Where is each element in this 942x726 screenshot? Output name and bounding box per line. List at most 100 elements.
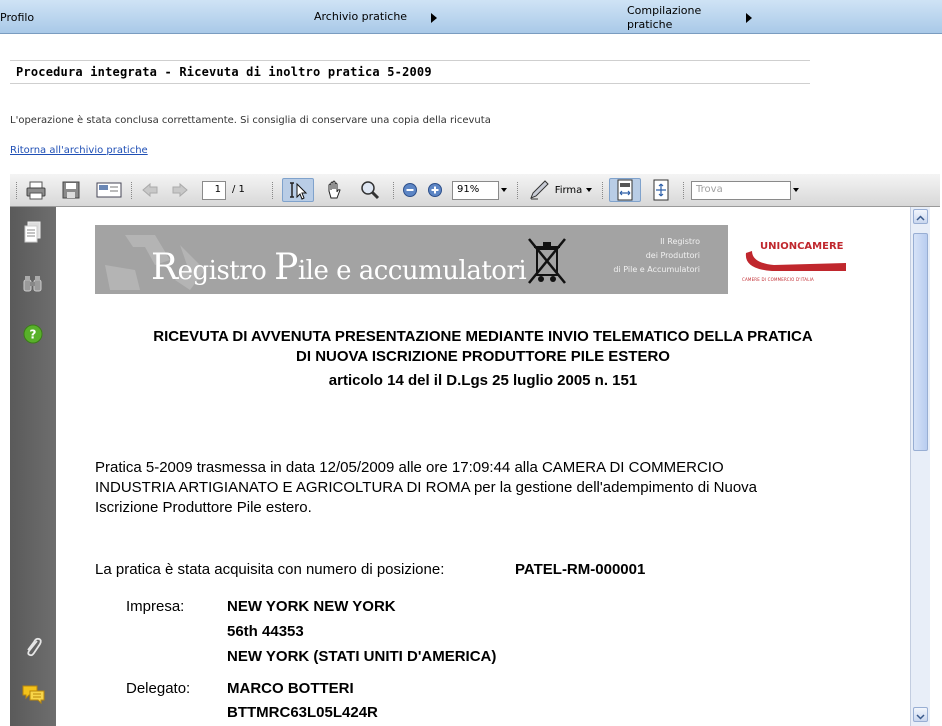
position-number-value: PATEL-RM-000001 [515, 561, 646, 578]
navigation-side-panel: ? [10, 207, 56, 726]
plus-circle-icon [428, 183, 442, 197]
chevron-down-icon [793, 188, 799, 192]
back-to-archive-link[interactable]: Ritorna all'archivio pratiche [10, 145, 148, 156]
toolbar-separator [131, 182, 132, 199]
receipt-paragraph-line1: Pratica 5-2009 trasmessa in data 12/05/2… [95, 459, 724, 476]
sign-button[interactable]: Firma [525, 178, 595, 202]
archive-submenu-arrow-icon[interactable] [431, 13, 437, 23]
delegate-name: MARCO BOTTERI [227, 680, 354, 697]
receipt-law-reference: articolo 14 del il D.Lgs 25 luglio 2005 … [328, 372, 638, 389]
pen-icon [529, 180, 549, 200]
company-label: Impresa: [126, 598, 185, 615]
zoom-level-input[interactable]: 91% [452, 181, 499, 200]
menu-item-profile[interactable]: Profilo [0, 11, 34, 24]
chevron-down-icon [501, 188, 507, 192]
banner-title: Registro Pile e accumulatori [151, 247, 527, 288]
fit-width-button[interactable] [609, 178, 641, 202]
magnifier-icon [361, 181, 380, 200]
binoculars-icon [23, 276, 42, 292]
comments-panel-button[interactable] [21, 683, 47, 709]
scroll-up-button[interactable] [913, 209, 928, 224]
fit-page-icon [653, 179, 669, 201]
fit-width-icon [617, 179, 633, 201]
page-number-input[interactable]: 1 [202, 181, 226, 200]
print-button[interactable] [23, 178, 49, 202]
menu-item-compile-line2[interactable]: pratiche [627, 18, 672, 31]
scroll-down-button[interactable] [913, 707, 928, 722]
banner-title-part-1: egistro [177, 256, 275, 286]
banner-title-initial-r: R [151, 247, 178, 288]
zoom-tool-button[interactable] [356, 178, 384, 202]
pages-icon [24, 221, 41, 243]
receipt-paragraph-line2: INDUSTRIA ARTIGIANATO E AGRICOLTURA DI R… [95, 479, 757, 496]
comment-bubbles-icon [22, 685, 45, 705]
top-menu-bar: Profilo Archivio pratiche Compilazione p… [0, 0, 942, 34]
unioncamere-logo: UNIONCAMERE CAMERE DI COMMERCIO D'ITALIA [742, 239, 852, 289]
search-panel-button[interactable] [22, 273, 44, 299]
chevron-down-icon [586, 188, 593, 192]
receipt-title-line2: DI NUOVA ISCRIZIONE PRODUTTORE PILE ESTE… [296, 348, 670, 365]
page-heading-box: Procedura integrata - Ricevuta di inoltr… [10, 60, 810, 84]
next-page-button[interactable] [168, 178, 192, 202]
hand-tool-button[interactable] [320, 178, 348, 202]
pages-panel-button[interactable] [22, 221, 44, 249]
toolbar-separator [517, 182, 518, 199]
company-city: NEW YORK (STATI UNITI D'AMERICA) [227, 648, 497, 665]
company-name: NEW YORK NEW YORK [227, 598, 396, 615]
banner-title-part-2: ile e accumulatori [297, 256, 527, 286]
zoom-in-button[interactable] [425, 178, 445, 202]
menu-item-archive[interactable]: Archivio pratiche [314, 10, 407, 23]
envelope-card-icon [96, 182, 122, 198]
help-question-icon: ? [23, 324, 43, 344]
page-total-label: / 1 [232, 184, 245, 195]
chevron-up-icon [916, 215, 925, 221]
toolbar-separator [272, 182, 273, 199]
text-cursor-arrow-icon [290, 182, 308, 200]
unioncamere-swoosh-icon [745, 251, 846, 271]
unioncamere-subtitle: CAMERE DI COMMERCIO D'ITALIA [742, 277, 814, 282]
pdf-toolbar: 1 / 1 91% Firma Trova [10, 174, 940, 207]
zoom-out-button[interactable] [400, 178, 420, 202]
scroll-thumb[interactable] [913, 233, 928, 451]
compile-submenu-arrow-icon[interactable] [746, 13, 752, 23]
banner-subtitle-line2: dei Produttori [645, 251, 700, 260]
arrow-left-icon [142, 182, 158, 198]
delegate-label: Delegato: [126, 680, 191, 697]
banner-title-initial-p: P [274, 247, 298, 288]
receipt-title-line1: RICEVUTA DI AVVENUTA PRESENTAZIONE MEDIA… [153, 328, 813, 345]
chevron-down-icon [916, 714, 925, 720]
vertical-scrollbar[interactable] [910, 207, 930, 726]
receipt-paragraph-line3: Iscrizione Produttore Pile estero. [95, 499, 312, 516]
success-notice: L'operazione è stata conclusa correttame… [10, 115, 491, 126]
delegate-tax-code: BTTMRC63L05L424R [227, 704, 378, 721]
toolbar-separator [683, 182, 684, 199]
save-button[interactable] [58, 178, 84, 202]
find-input[interactable]: Trova [691, 181, 791, 200]
printer-icon [26, 181, 46, 200]
floppy-disk-icon [62, 181, 80, 199]
paperclip-icon [27, 637, 42, 657]
minus-circle-icon [403, 183, 417, 197]
toolbar-grip [16, 182, 17, 199]
banner-subtitle-line1: Il Registro [660, 237, 700, 246]
email-button[interactable] [94, 178, 124, 202]
arrow-right-icon [172, 182, 188, 198]
select-text-tool-button[interactable] [282, 178, 314, 202]
registry-banner: Registro Pile e accumulatori Il Registro… [95, 225, 728, 294]
company-address: 56th 44353 [227, 623, 304, 640]
hand-icon [328, 180, 341, 199]
page-title: Procedura integrata - Ricevuta di inoltr… [16, 65, 432, 79]
fit-page-button[interactable] [647, 178, 675, 202]
position-number-label: La pratica è stata acquisita con numero … [95, 561, 445, 578]
help-button[interactable]: ? [22, 323, 44, 349]
toolbar-separator [393, 182, 394, 199]
svg-text:?: ? [30, 328, 37, 342]
menu-item-compile-line1[interactable]: Compilazione [627, 4, 701, 17]
toolbar-separator [602, 182, 603, 199]
crossed-bin-icon [528, 238, 566, 284]
attachments-panel-button[interactable] [22, 635, 44, 663]
zoom-dropdown-button[interactable] [499, 178, 509, 202]
banner-subtitle-line3: di Pile e Accumulatori [613, 265, 700, 274]
previous-page-button[interactable] [138, 178, 162, 202]
find-dropdown-button[interactable] [791, 178, 801, 202]
